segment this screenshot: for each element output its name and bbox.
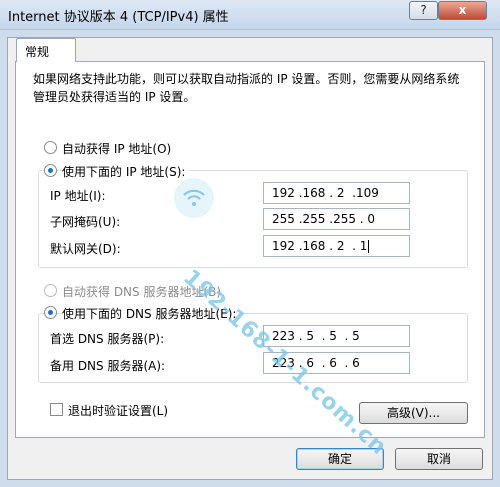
manual-dns-radio[interactable] [44, 306, 57, 319]
close-button[interactable]: x [438, 1, 487, 20]
cancel-button[interactable]: 取消 [395, 448, 483, 470]
default-gateway-field[interactable]: 192 .168 . 2 . 1 [263, 235, 410, 257]
text-caret [368, 240, 370, 253]
subnet-mask-field[interactable]: 255 .255 .255 . 0 [263, 208, 410, 230]
help-button[interactable]: ? [409, 1, 438, 20]
title-bar: Internet 协议版本 4 (TCP/IPv4) 属性 ? x [0, 0, 500, 30]
default-gateway-value: 192 .168 . 2 . 1 [272, 239, 368, 253]
description-text: 如果网络支持此功能，则可以获取自动指派的 IP 设置。否则，您需要从网络系统管理… [33, 72, 460, 104]
manual-ip-label: 使用下面的 IP 地址(S): [62, 163, 190, 180]
alternate-dns-label: 备用 DNS 服务器(A): [50, 359, 166, 373]
auto-ip-label: 自动获得 IP 地址(O) [62, 142, 172, 156]
preferred-dns-field[interactable]: 223 . 5 . 5 . 5 [263, 325, 410, 347]
wifi-watermark-icon [174, 178, 214, 218]
default-gateway-label: 默认网关(D): [50, 242, 121, 256]
auto-ip-radio[interactable] [44, 141, 57, 154]
auto-dns-radio[interactable] [44, 284, 57, 297]
ip-address-field[interactable]: 192 .168 . 2 .109 [263, 182, 410, 204]
ip-address-label: IP 地址(I): [50, 189, 106, 203]
preferred-dns-label: 首选 DNS 服务器(P): [50, 332, 165, 346]
validate-on-exit-checkbox[interactable] [50, 403, 63, 416]
validate-on-exit-label: 退出时验证设置(L) [68, 404, 169, 418]
tab-general[interactable]: 常规 [16, 38, 76, 62]
subnet-mask-label: 子网掩码(U): [50, 215, 121, 229]
window-title: Internet 协议版本 4 (TCP/IPv4) 属性 [8, 10, 229, 25]
advanced-button[interactable]: 高级(V)... [359, 402, 468, 424]
manual-ip-radio[interactable] [44, 164, 57, 177]
